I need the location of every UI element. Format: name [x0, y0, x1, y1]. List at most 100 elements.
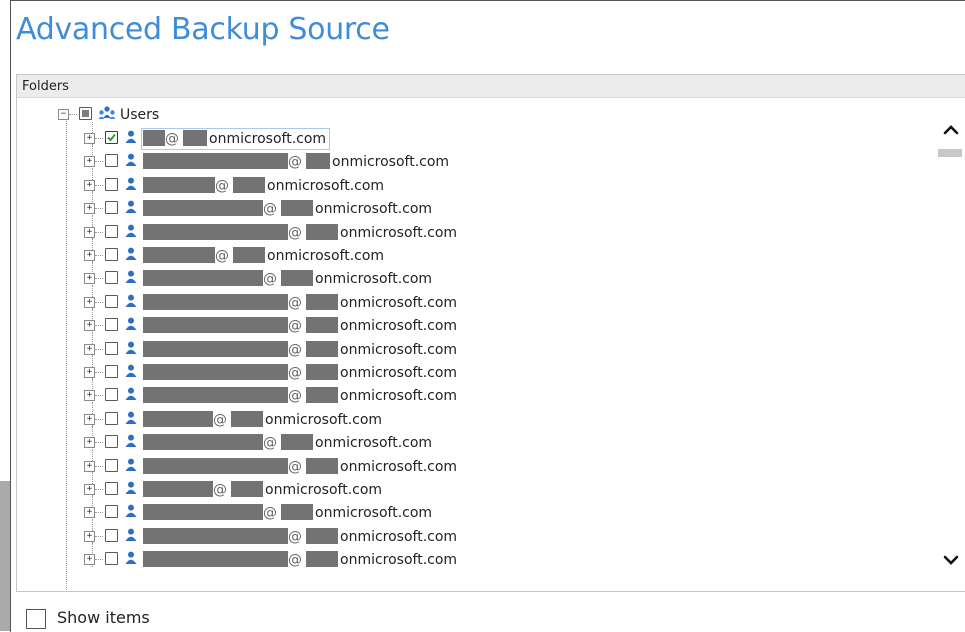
- user-icon: [125, 504, 137, 518]
- user-email-label: @ onmicrosoft.com: [143, 340, 457, 359]
- tree-row-user[interactable]: + @ onmicrosoft.com: [17, 309, 965, 337]
- users-checkbox[interactable]: [79, 107, 92, 120]
- tree-row-user[interactable]: + @ onmicrosoft.com: [17, 356, 965, 384]
- user-checkbox[interactable]: [105, 248, 118, 261]
- user-checkbox[interactable]: [105, 528, 118, 542]
- tree-row-user[interactable]: + @ onmicrosoft.com: [17, 285, 965, 314]
- tree-row-user[interactable]: + @ onmicrosoft.com: [17, 496, 965, 524]
- redaction-block: [281, 434, 313, 451]
- page-title: Advanced Backup Source: [16, 12, 390, 47]
- tree-row-user[interactable]: + @ onmicrosoft.com: [17, 449, 965, 478]
- redaction-block: [231, 481, 263, 497]
- redaction-block: [231, 410, 263, 427]
- tree-row-user[interactable]: + @ onmicrosoft.com: [17, 239, 965, 267]
- user-checkbox[interactable]: [105, 318, 118, 332]
- user-checkbox[interactable]: [105, 201, 118, 215]
- user-email-label: @ onmicrosoft.com: [143, 364, 457, 382]
- expand-icon[interactable]: +: [84, 413, 95, 425]
- user-checkbox[interactable]: [105, 552, 118, 566]
- user-icon: [125, 177, 137, 190]
- redaction-block: [143, 481, 213, 497]
- tree-row-user[interactable]: + @ onmicrosoft.com: [17, 332, 965, 361]
- expand-icon[interactable]: +: [84, 156, 95, 168]
- expand-icon[interactable]: +: [84, 133, 95, 144]
- redaction-block: [143, 551, 288, 568]
- expand-icon[interactable]: +: [84, 390, 95, 402]
- redaction-block: [306, 340, 338, 357]
- show-items-checkbox[interactable]: [26, 609, 46, 629]
- user-icon: [125, 387, 137, 401]
- expand-icon[interactable]: +: [84, 320, 95, 332]
- user-icon: [125, 317, 137, 331]
- redaction-block: [306, 457, 338, 474]
- user-checkbox[interactable]: [105, 294, 118, 308]
- scrollbar-thumb[interactable]: [938, 149, 962, 157]
- expand-icon[interactable]: +: [84, 226, 95, 238]
- user-email-label: @ onmicrosoft.com: [143, 293, 457, 312]
- expand-icon[interactable]: +: [84, 367, 95, 378]
- tree-row-user[interactable]: + @ onmicrosoft.com: [17, 379, 965, 407]
- tree-row-user[interactable]: + @ onmicrosoft.com: [17, 122, 965, 150]
- folders-header: Folders: [17, 75, 965, 98]
- redaction-block: [143, 130, 165, 146]
- expand-icon[interactable]: +: [84, 343, 95, 355]
- user-email-label: @ onmicrosoft.com: [143, 387, 457, 405]
- user-email-label: @ onmicrosoft.com: [143, 434, 432, 452]
- user-checkbox[interactable]: [105, 271, 118, 285]
- user-checkbox[interactable]: [105, 388, 118, 402]
- tree-row-user[interactable]: + @ onmicrosoft.com: [17, 473, 965, 501]
- tree-row-user[interactable]: + @ onmicrosoft.com: [17, 426, 965, 454]
- user-checkbox[interactable]: [105, 482, 118, 495]
- chevron-down-icon[interactable]: [942, 551, 960, 569]
- user-email-label: @ onmicrosoft.com: [143, 551, 457, 569]
- redaction-block: [306, 293, 338, 310]
- user-icon: [125, 458, 137, 471]
- expand-icon[interactable]: +: [84, 179, 95, 191]
- user-checkbox[interactable]: [105, 341, 118, 355]
- user-email-label: @ onmicrosoft.com: [143, 504, 432, 522]
- expand-icon[interactable]: +: [84, 203, 95, 215]
- expand-icon[interactable]: +: [84, 554, 95, 566]
- tree-row-user[interactable]: + @ onmicrosoft.com: [17, 543, 965, 571]
- expand-icon[interactable]: +: [84, 250, 95, 261]
- tree-row-user[interactable]: + @ onmicrosoft.com: [17, 262, 965, 290]
- user-checkbox[interactable]: [105, 458, 118, 472]
- user-checkbox[interactable]: [105, 365, 118, 378]
- tree-row-user[interactable]: + @ onmicrosoft.com: [17, 215, 965, 244]
- expand-icon[interactable]: +: [84, 530, 95, 542]
- chevron-up-icon[interactable]: [942, 121, 960, 139]
- expand-icon[interactable]: +: [84, 273, 95, 285]
- tree-row-user[interactable]: + @ onmicrosoft.com: [17, 192, 965, 220]
- expand-icon[interactable]: +: [84, 460, 95, 472]
- redaction-block: [281, 504, 313, 521]
- expand-icon[interactable]: +: [84, 507, 95, 519]
- tree-row-users[interactable]: − Users: [17, 104, 965, 126]
- user-checkbox[interactable]: [105, 411, 118, 425]
- user-icon: [125, 528, 137, 541]
- user-checkbox[interactable]: [105, 131, 118, 144]
- tree-row-user[interactable]: + @ onmicrosoft.com: [17, 402, 965, 431]
- background-strip: [0, 481, 10, 631]
- tree-row-user[interactable]: + @ onmicrosoft.com: [17, 519, 965, 548]
- expand-icon[interactable]: +: [84, 296, 95, 308]
- folders-tree-panel: Folders − Users + @ onmicrosoft.com + @ onmic…: [16, 74, 965, 592]
- redaction-block: [143, 504, 263, 521]
- redaction-block: [281, 270, 313, 287]
- user-email-label: @ onmicrosoft.com: [143, 223, 457, 242]
- user-checkbox[interactable]: [105, 177, 118, 191]
- redaction-block: [143, 387, 288, 404]
- user-checkbox[interactable]: [105, 224, 118, 238]
- user-checkbox[interactable]: [105, 154, 118, 168]
- user-email-label: @ onmicrosoft.com: [143, 247, 384, 265]
- user-checkbox[interactable]: [105, 435, 118, 449]
- tree-row-user[interactable]: + @ onmicrosoft.com: [17, 168, 965, 197]
- collapse-icon[interactable]: −: [58, 109, 69, 120]
- expand-icon[interactable]: +: [84, 437, 95, 449]
- user-email-label: @ onmicrosoft.com: [143, 410, 382, 429]
- tree-row-user[interactable]: + @ onmicrosoft.com: [17, 145, 965, 173]
- user-email-label: @ onmicrosoft.com: [143, 200, 432, 218]
- user-checkbox[interactable]: [105, 505, 118, 519]
- redaction-block: [143, 434, 263, 451]
- expand-icon[interactable]: +: [84, 484, 95, 495]
- user-icon: [125, 247, 137, 260]
